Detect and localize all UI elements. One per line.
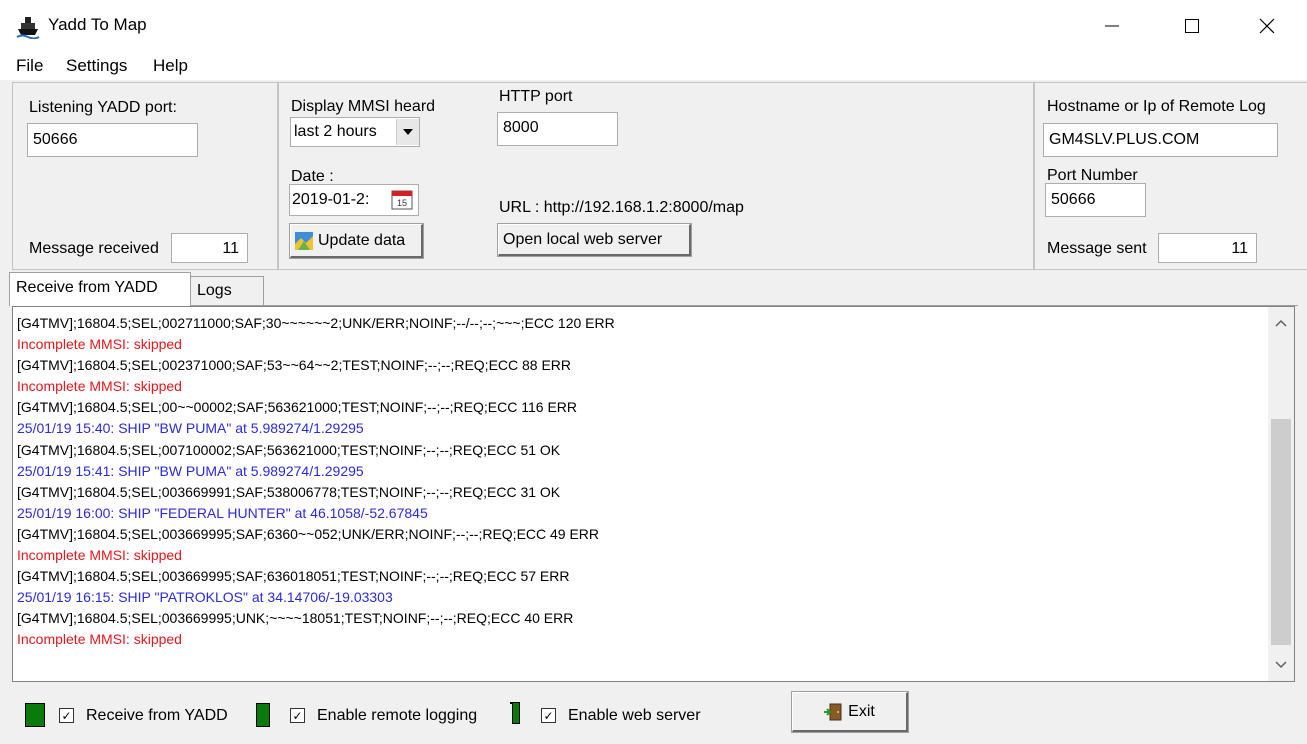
log-line: Incomplete MMSI: skipped — [17, 336, 182, 353]
log-line: [G4TMV];16804.5;SEL;003669995;SAF;636018… — [17, 568, 570, 585]
http-port-label: HTTP port — [499, 88, 573, 105]
ship-icon — [16, 17, 40, 39]
log-line: Incomplete MMSI: skipped — [17, 631, 182, 648]
remote-status-indicator — [256, 703, 270, 727]
log-lines: [G4TMV];16804.5;SEL;002711000;SAF;30~~~~… — [17, 313, 615, 651]
log-line: [G4TMV];16804.5;SEL;002371000;SAF;53~~64… — [17, 357, 572, 374]
url-text: URL : http://192.168.1.2:8000/map — [499, 199, 744, 216]
maximize-icon — [1185, 19, 1199, 33]
exit-button[interactable]: Exit — [791, 691, 909, 733]
menu-settings[interactable]: Settings — [66, 56, 127, 76]
web-status-indicator — [512, 702, 520, 724]
log-line: Incomplete MMSI: skipped — [17, 378, 182, 395]
menu-bar — [0, 52, 1307, 80]
web-server-checkbox[interactable]: ✓ — [541, 708, 556, 723]
vertical-scrollbar[interactable] — [1268, 307, 1294, 681]
minimize-icon — [1105, 25, 1119, 27]
receive-checkmark: ✓ — [61, 708, 72, 723]
log-line: [G4TMV];16804.5;SEL;003669995;SAF;6360~~… — [17, 525, 600, 542]
log-line: 25/01/19 15:41: SHIP "BW PUMA" at 5.9892… — [17, 462, 364, 479]
remote-logging-checkbox[interactable]: ✓ — [290, 708, 305, 723]
log-line: [G4TMV];16804.5;SEL;003669991;SAF;538006… — [17, 483, 561, 500]
receive-status-indicator — [25, 703, 45, 727]
mmsi-period-value: last 2 hours — [294, 123, 377, 140]
message-sent-label: Message sent — [1047, 240, 1147, 257]
exit-label: Exit — [848, 702, 875, 720]
yadd-port-input[interactable]: 50666 — [27, 123, 198, 157]
remote-host-label: Hostname or Ip of Remote Log — [1047, 98, 1266, 115]
dropdown-arrow-button[interactable] — [396, 119, 419, 145]
close-icon — [1259, 18, 1275, 34]
receive-label: Receive from YADD — [86, 707, 228, 724]
chevron-down-icon — [403, 129, 413, 135]
log-line: [G4TMV];16804.5;SEL;003669995;UNK;~~~~18… — [17, 610, 574, 627]
remote-port-input[interactable]: 50666 — [1045, 183, 1146, 217]
tab-receive-from-yadd[interactable]: Receive from YADD — [9, 272, 191, 306]
remote-host-input[interactable]: GM4SLV.PLUS.COM — [1043, 123, 1278, 157]
menu-file[interactable]: File — [16, 56, 43, 76]
message-sent-count: 11 — [1158, 233, 1257, 263]
remote-logging-label: Enable remote logging — [317, 707, 478, 724]
remote-checkmark: ✓ — [292, 708, 303, 723]
open-web-server-button[interactable]: Open local web server — [497, 223, 692, 257]
log-line: 25/01/19 16:15: SHIP "PATROKLOS" at 34.1… — [17, 589, 393, 606]
log-line: [G4TMV];16804.5;SEL;007100002;SAF;563621… — [17, 441, 561, 458]
map-icon — [295, 231, 313, 250]
display-mmsi-label: Display MMSI heard — [291, 98, 436, 115]
window-title: Yadd To Map — [48, 15, 147, 34]
menu-help[interactable]: Help — [153, 56, 188, 76]
date-value: 2019-01-2: — [292, 191, 370, 208]
log-output[interactable]: [G4TMV];16804.5;SEL;002711000;SAF;30~~~~… — [12, 306, 1295, 682]
message-received-label: Message received — [29, 240, 159, 257]
log-line: [G4TMV];16804.5;SEL;00~~00002;SAF;563621… — [17, 399, 577, 416]
receive-checkbox[interactable]: ✓ — [59, 708, 74, 723]
exit-door-icon — [824, 703, 842, 720]
maximize-button[interactable] — [1152, 0, 1232, 52]
yadd-port-label: Listening YADD port: — [29, 99, 177, 116]
update-data-button[interactable]: Update data — [289, 223, 424, 259]
chevron-down-icon[interactable] — [1275, 661, 1287, 669]
http-port-input[interactable]: 8000 — [497, 112, 618, 146]
chevron-up-icon[interactable] — [1275, 319, 1287, 327]
log-line: [G4TMV];16804.5;SEL;002711000;SAF;30~~~~… — [17, 315, 615, 331]
log-line: 25/01/19 15:40: SHIP "BW PUMA" at 5.9892… — [17, 420, 364, 437]
svg-text:15: 15 — [397, 198, 407, 208]
log-line: 25/01/19 16:00: SHIP "FEDERAL HUNTER" at… — [17, 504, 428, 521]
web-checkmark: ✓ — [543, 708, 554, 723]
update-data-label: Update data — [318, 231, 406, 249]
minimize-button[interactable] — [1072, 0, 1152, 52]
calendar-icon[interactable]: 15 — [391, 188, 413, 210]
tab-logs[interactable]: Logs — [190, 276, 264, 305]
scrollbar-thumb[interactable] — [1271, 419, 1291, 645]
web-server-label: Enable web server — [568, 707, 701, 724]
log-line: Incomplete MMSI: skipped — [17, 547, 182, 564]
close-button[interactable] — [1227, 0, 1307, 52]
message-received-count: 11 — [171, 233, 248, 263]
